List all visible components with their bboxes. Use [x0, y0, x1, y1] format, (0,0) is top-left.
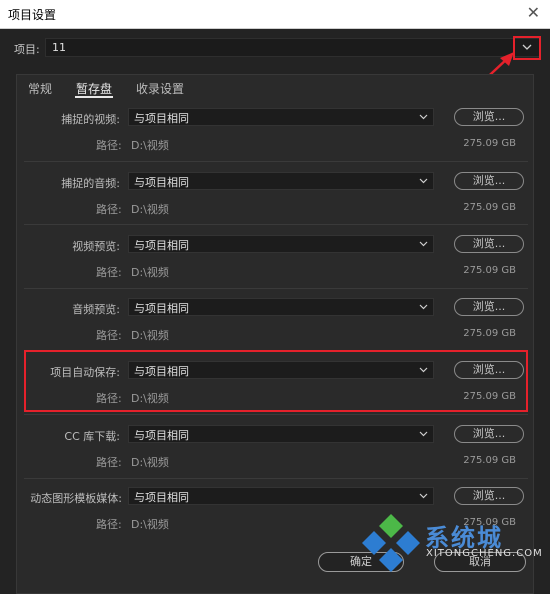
location-select[interactable]: 与项目相同: [128, 172, 434, 190]
divider: [24, 161, 528, 162]
tab-general[interactable]: 常规: [28, 80, 52, 97]
path-value: D:\视频: [131, 456, 169, 469]
free-space: 275.09 GB: [463, 455, 516, 466]
chevron-down-icon: [419, 178, 428, 184]
select-value: 与项目相同: [134, 491, 189, 504]
location-select[interactable]: 与项目相同: [128, 425, 434, 443]
highlight-box-auto-save: [24, 350, 528, 412]
title-bar: 项目设置 ✕: [0, 0, 550, 29]
project-select[interactable]: 11: [45, 38, 541, 57]
row-label: 视频预览:: [72, 240, 120, 253]
select-value: 与项目相同: [134, 176, 189, 189]
settings-panel: [16, 74, 534, 594]
free-space: 275.09 GB: [463, 328, 516, 339]
divider: [24, 478, 528, 479]
chevron-down-icon: [419, 241, 428, 247]
location-select[interactable]: 与项目相同: [128, 487, 434, 505]
close-icon[interactable]: ✕: [527, 3, 540, 22]
path-value: D:\视频: [131, 518, 169, 531]
divider: [24, 414, 528, 415]
row-label: 动态图形模板媒体:: [30, 492, 122, 505]
path-value: D:\视频: [131, 203, 169, 216]
project-label: 项目:: [14, 43, 40, 56]
location-select[interactable]: 与项目相同: [128, 108, 434, 126]
free-space: 275.09 GB: [463, 138, 516, 149]
browse-button[interactable]: 浏览...: [454, 172, 524, 190]
row-label: CC 库下载:: [64, 430, 120, 443]
tab-ingest-settings[interactable]: 收录设置: [136, 80, 184, 97]
path-value: D:\视频: [131, 266, 169, 279]
row-label: 音频预览:: [72, 303, 120, 316]
chevron-down-icon: [419, 493, 428, 499]
select-value: 与项目相同: [134, 302, 189, 315]
path-label: 路径:: [96, 329, 122, 342]
browse-button[interactable]: 浏览...: [454, 235, 524, 253]
browse-button[interactable]: 浏览...: [454, 425, 524, 443]
project-value: 11: [52, 41, 66, 54]
path-label: 路径:: [96, 518, 122, 531]
path-label: 路径:: [96, 203, 122, 216]
chevron-down-icon: [419, 431, 428, 437]
row-label: 捕捉的音频:: [61, 177, 120, 190]
location-select[interactable]: 与项目相同: [128, 235, 434, 253]
browse-button[interactable]: 浏览...: [454, 298, 524, 316]
path-value: D:\视频: [131, 329, 169, 342]
row-label: 捕捉的视频:: [61, 113, 120, 126]
browse-button[interactable]: 浏览...: [454, 108, 524, 126]
chevron-down-icon: [419, 114, 428, 120]
browse-button[interactable]: 浏览...: [454, 487, 524, 505]
watermark-logo-icon: [362, 514, 420, 572]
select-value: 与项目相同: [134, 112, 189, 125]
path-label: 路径:: [96, 266, 122, 279]
path-label: 路径:: [96, 139, 122, 152]
window-title: 项目设置: [8, 8, 57, 22]
free-space: 275.09 GB: [463, 202, 516, 213]
watermark-subtext: XITONGCHENG.COM: [426, 548, 543, 559]
path-label: 路径:: [96, 456, 122, 469]
select-value: 与项目相同: [134, 429, 189, 442]
select-value: 与项目相同: [134, 239, 189, 252]
divider: [24, 288, 528, 289]
free-space: 275.09 GB: [463, 265, 516, 276]
divider: [24, 224, 528, 225]
active-tab-indicator: [75, 96, 113, 98]
chevron-down-icon: [419, 304, 428, 310]
location-select[interactable]: 与项目相同: [128, 298, 434, 316]
path-value: D:\视频: [131, 139, 169, 152]
tab-scratch-disks[interactable]: 暂存盘: [76, 80, 112, 97]
